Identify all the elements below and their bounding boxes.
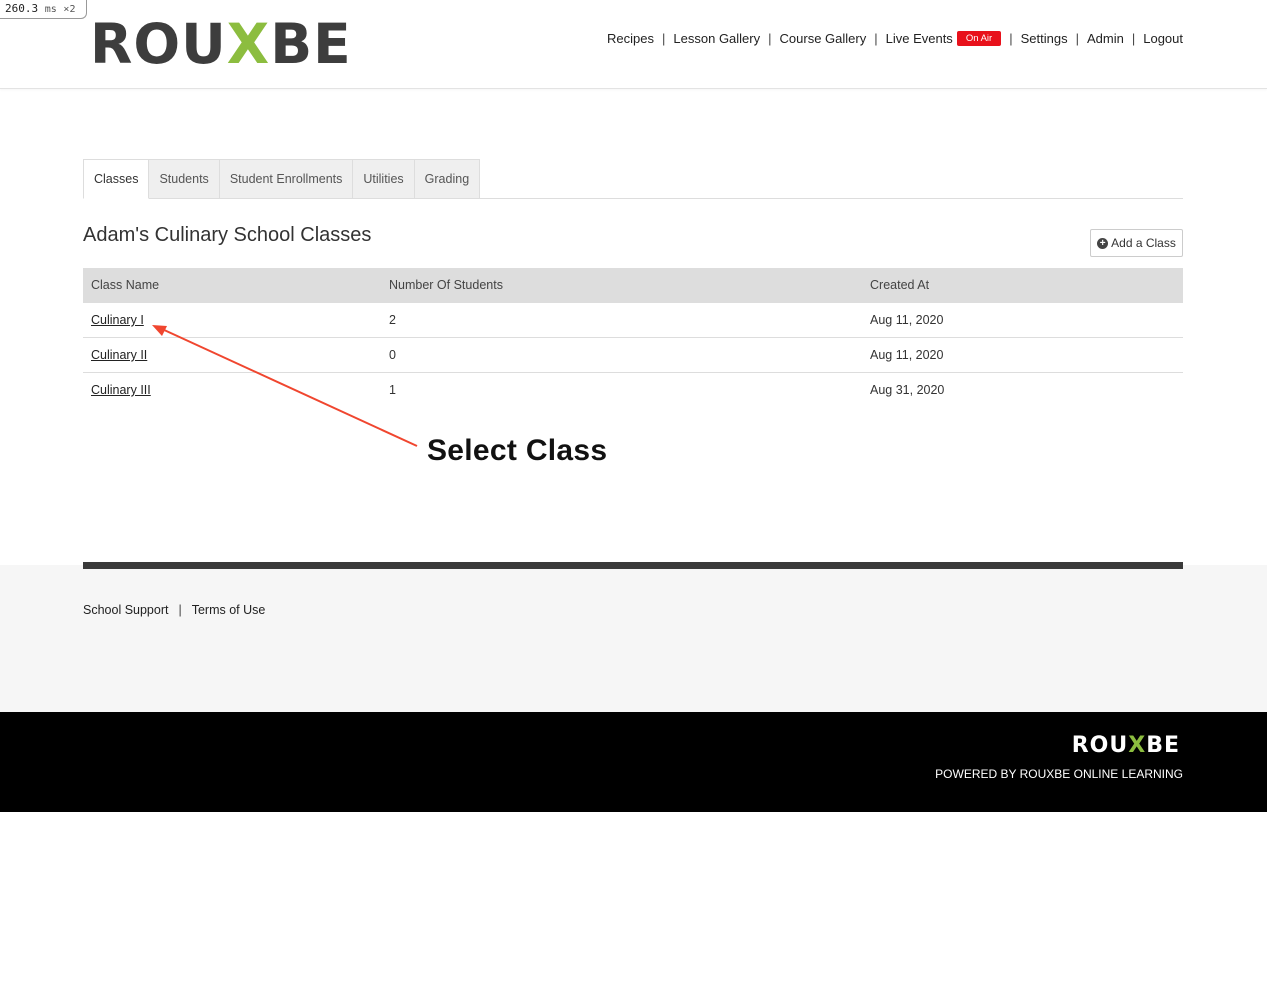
footer-dark [0,712,1267,812]
nav-course-gallery[interactable]: Course Gallery [780,31,867,46]
nav-logout[interactable]: Logout [1143,31,1183,46]
footer-links: School Support | Terms of Use [83,603,265,617]
footer-logo-x: X [1128,733,1147,758]
site-header: ROU X BE Recipes | Lesson Gallery | Course… [0,0,1267,89]
terms-of-use-link[interactable]: Terms of Use [192,603,266,617]
header-number-of-students: Number Of Students [389,278,503,292]
logo-text-x: X [226,12,271,76]
rouxbe-logo[interactable]: ROU X BE [90,12,352,76]
nav-admin[interactable]: Admin [1087,31,1124,46]
cell-created-at: Aug 11, 2020 [870,348,944,362]
table-header: Class Name Number Of Students Created At [83,268,1183,303]
top-navigation: Recipes | Lesson Gallery | Course Galler… [607,31,1183,46]
table-row: Culinary I 2 Aug 11, 2020 [83,303,1183,338]
timer-unit: ms [44,4,57,15]
nav-live-events[interactable]: Live Events [886,31,953,46]
plus-circle-icon: + [1097,237,1109,249]
nav-lesson-gallery[interactable]: Lesson Gallery [673,31,760,46]
admin-tabs: Classes Students Student Enrollments Uti… [83,159,1183,199]
on-air-badge[interactable]: On Air [956,31,1002,46]
header-class-name: Class Name [91,278,160,292]
tab-students[interactable]: Students [149,159,220,199]
timer-value: 260.3 [5,2,39,15]
class-link-culinary-ii[interactable]: Culinary II [91,348,147,362]
page-title: Adam's Culinary School Classes [83,224,372,246]
footer-separator: | [178,603,182,617]
annotation-arrow [152,325,418,447]
add-class-button[interactable]: + Add a Class [1090,229,1183,257]
annotation-label: Select Class [427,434,608,467]
timer-multiplier: ×2 [63,4,76,15]
header-created-at: Created At [870,278,930,292]
class-link-culinary-iii[interactable]: Culinary III [91,383,151,397]
footer-divider [83,562,1183,569]
logo-text-part2: BE [270,12,352,76]
tab-classes[interactable]: Classes [83,159,150,199]
footer-logo-part2: BE [1146,733,1180,758]
nav-separator: | [1075,31,1079,46]
footer-light [0,565,1267,712]
tab-student-enrollments[interactable]: Student Enrollments [219,159,354,199]
tab-utilities[interactable]: Utilities [353,159,415,199]
nav-separator: | [768,31,772,46]
cell-students: 2 [389,313,396,327]
nav-separator: | [1131,31,1136,46]
nav-separator: | [874,31,878,46]
render-timer-badge: 260.3 ms ×2 [0,0,87,19]
nav-separator: | [1009,31,1013,46]
cell-created-at: Aug 11, 2020 [870,313,944,327]
nav-recipes[interactable]: Recipes [607,31,654,46]
table-row: Culinary III 1 Aug 31, 2020 [83,373,1183,408]
logo-text-part1: ROU [90,12,227,76]
cell-students: 0 [389,348,396,362]
cell-students: 1 [389,383,396,397]
powered-by-text: POWERED BY ROUXBE ONLINE LEARNING [935,767,1183,781]
footer-logo-part1: ROU [1071,733,1129,758]
footer-rouxbe-logo: ROUXBE [1072,733,1180,758]
nav-separator: | [662,31,666,46]
nav-settings[interactable]: Settings [1021,31,1068,46]
school-support-link[interactable]: School Support [83,603,168,617]
cell-created-at: Aug 31, 2020 [870,383,945,397]
classes-table: Class Name Number Of Students Created At… [83,268,1183,408]
table-row: Culinary II 0 Aug 11, 2020 [83,338,1183,373]
add-class-label: Add a Class [1111,236,1176,250]
class-link-culinary-i[interactable]: Culinary I [91,313,144,327]
tab-grading[interactable]: Grading [414,159,481,199]
